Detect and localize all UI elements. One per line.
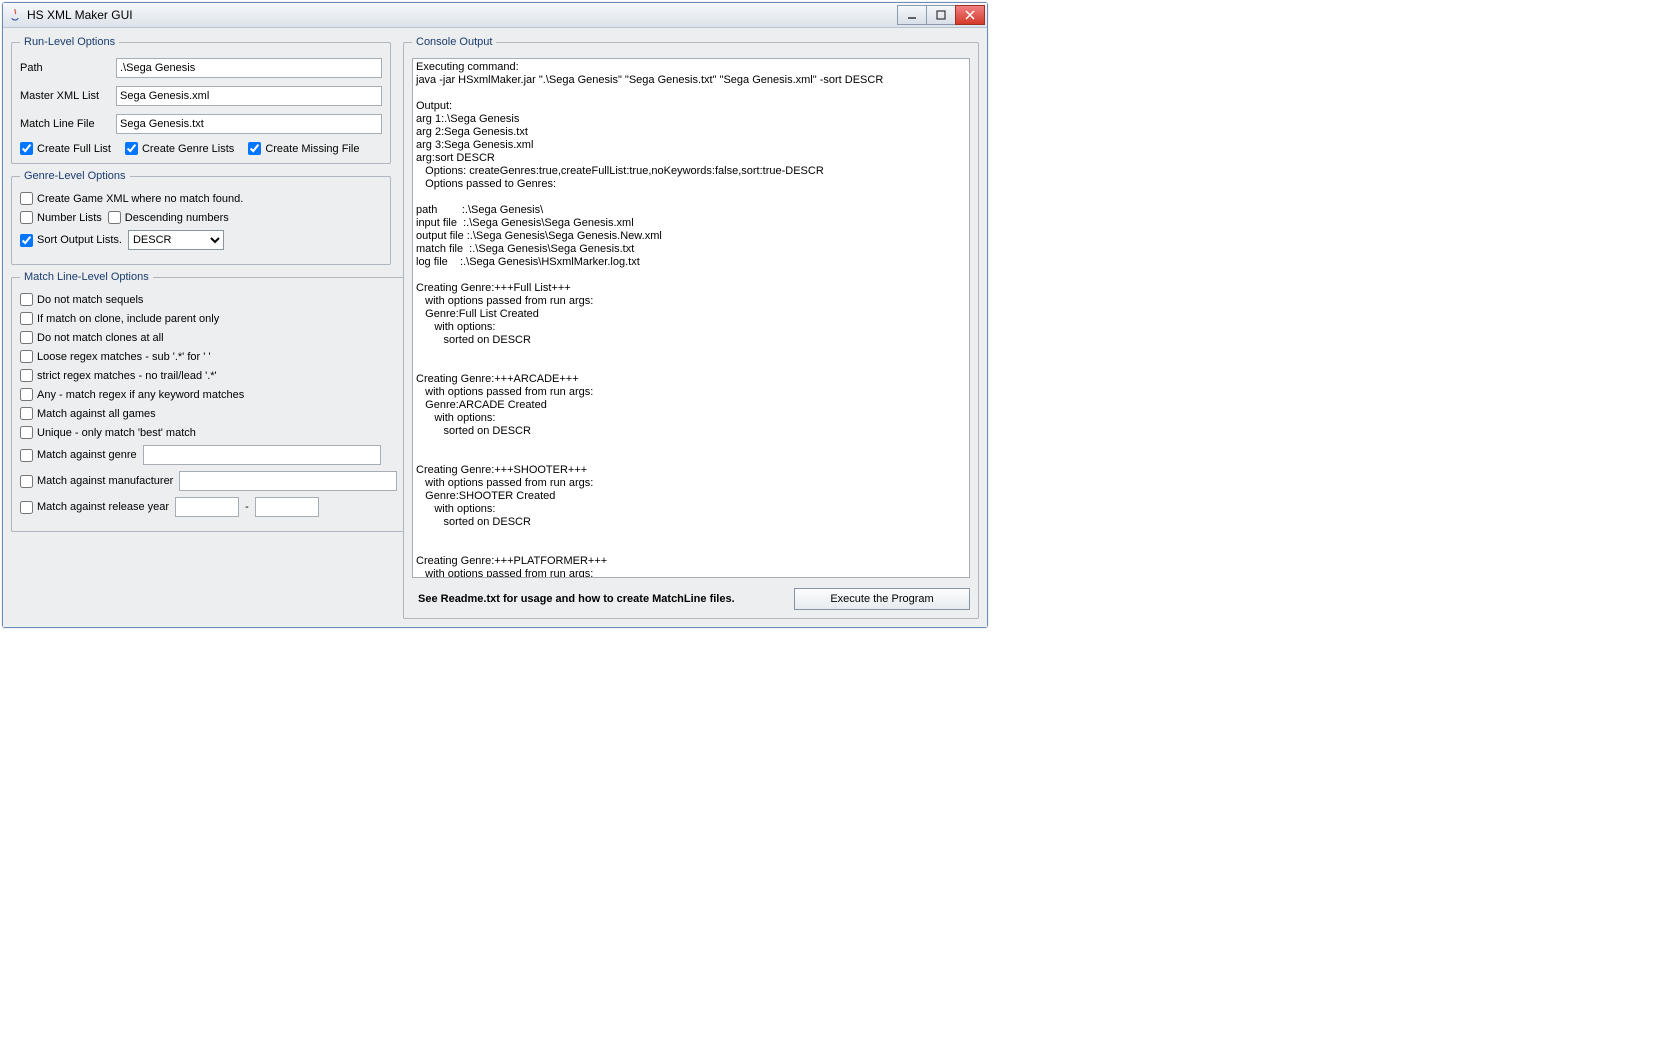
match-line-file-input[interactable] — [116, 114, 382, 134]
master-xml-label: Master XML List — [20, 90, 116, 102]
strict-regex-label: strict regex matches - no trail/lead '.*… — [37, 370, 217, 382]
any-keyword-checkbox[interactable] — [20, 388, 33, 401]
against-year-check[interactable]: Match against release year — [20, 501, 169, 514]
year-to-input[interactable] — [255, 497, 319, 517]
sort-output-checkbox[interactable] — [20, 234, 33, 247]
create-missing-file-label: Create Missing File — [265, 143, 359, 155]
sort-output-select[interactable]: DESCR — [128, 230, 224, 250]
create-game-xml-checkbox[interactable] — [20, 192, 33, 205]
execute-button[interactable]: Execute the Program — [794, 588, 970, 610]
app-window: HS XML Maker GUI Run-Level Options Path … — [2, 2, 988, 628]
path-label: Path — [20, 62, 116, 74]
path-input[interactable] — [116, 58, 382, 78]
all-games-check[interactable]: Match against all games — [20, 407, 156, 420]
window-title: HS XML Maker GUI — [27, 8, 898, 22]
console-output-legend: Console Output — [412, 36, 496, 48]
master-xml-input[interactable] — [116, 86, 382, 106]
descending-numbers-checkbox[interactable] — [108, 211, 121, 224]
console-output-textarea[interactable] — [412, 58, 970, 578]
against-genre-check[interactable]: Match against genre — [20, 449, 137, 462]
right-column: Console Output See Readme.txt for usage … — [403, 36, 979, 619]
window-buttons — [898, 5, 985, 25]
against-year-checkbox[interactable] — [20, 501, 33, 514]
create-full-list-check[interactable]: Create Full List — [20, 142, 111, 155]
clone-parent-check[interactable]: If match on clone, include parent only — [20, 312, 219, 325]
no-sequels-check[interactable]: Do not match sequels — [20, 293, 143, 306]
close-button[interactable] — [955, 5, 985, 25]
against-manu-input[interactable] — [179, 471, 397, 491]
create-full-list-checkbox[interactable] — [20, 142, 33, 155]
all-games-label: Match against all games — [37, 408, 156, 420]
clone-parent-checkbox[interactable] — [20, 312, 33, 325]
readme-hint: See Readme.txt for usage and how to crea… — [412, 593, 782, 605]
number-lists-label: Number Lists — [37, 212, 102, 224]
create-game-xml-check[interactable]: Create Game XML where no match found. — [20, 192, 243, 205]
genre-level-legend: Genre-Level Options — [20, 170, 130, 182]
match-line-level-legend: Match Line-Level Options — [20, 271, 153, 283]
create-game-xml-label: Create Game XML where no match found. — [37, 193, 243, 205]
unique-best-check[interactable]: Unique - only match 'best' match — [20, 426, 196, 439]
number-lists-check[interactable]: Number Lists — [20, 211, 102, 224]
number-lists-checkbox[interactable] — [20, 211, 33, 224]
all-games-checkbox[interactable] — [20, 407, 33, 420]
titlebar: HS XML Maker GUI — [3, 3, 987, 28]
against-genre-label: Match against genre — [37, 449, 137, 461]
strict-regex-check[interactable]: strict regex matches - no trail/lead '.*… — [20, 369, 217, 382]
java-icon — [7, 7, 23, 23]
client-area: Run-Level Options Path Master XML List M… — [3, 28, 987, 627]
no-sequels-checkbox[interactable] — [20, 293, 33, 306]
against-manu-label: Match against manufacturer — [37, 475, 173, 487]
against-manu-check[interactable]: Match against manufacturer — [20, 475, 173, 488]
create-genre-lists-check[interactable]: Create Genre Lists — [125, 142, 234, 155]
match-line-level-group: Match Line-Level Options Do not match se… — [11, 271, 406, 532]
genre-level-group: Genre-Level Options Create Game XML wher… — [11, 170, 391, 265]
against-genre-checkbox[interactable] — [20, 449, 33, 462]
create-full-list-label: Create Full List — [37, 143, 111, 155]
loose-regex-checkbox[interactable] — [20, 350, 33, 363]
run-level-legend: Run-Level Options — [20, 36, 119, 48]
year-from-input[interactable] — [175, 497, 239, 517]
create-genre-lists-label: Create Genre Lists — [142, 143, 234, 155]
no-clones-check[interactable]: Do not match clones at all — [20, 331, 164, 344]
no-clones-label: Do not match clones at all — [37, 332, 164, 344]
maximize-button[interactable] — [926, 5, 956, 25]
unique-best-label: Unique - only match 'best' match — [37, 427, 196, 439]
against-year-label: Match against release year — [37, 501, 169, 513]
loose-regex-check[interactable]: Loose regex matches - sub '.*' for ' ' — [20, 350, 210, 363]
clone-parent-label: If match on clone, include parent only — [37, 313, 219, 325]
any-keyword-check[interactable]: Any - match regex if any keyword matches — [20, 388, 244, 401]
strict-regex-checkbox[interactable] — [20, 369, 33, 382]
create-missing-file-checkbox[interactable] — [248, 142, 261, 155]
create-missing-file-check[interactable]: Create Missing File — [248, 142, 359, 155]
against-manu-checkbox[interactable] — [20, 475, 33, 488]
any-keyword-label: Any - match regex if any keyword matches — [37, 389, 244, 401]
run-level-group: Run-Level Options Path Master XML List M… — [11, 36, 391, 164]
create-genre-lists-checkbox[interactable] — [125, 142, 138, 155]
descending-numbers-check[interactable]: Descending numbers — [108, 211, 229, 224]
match-line-file-label: Match Line File — [20, 118, 116, 130]
sort-output-check[interactable]: Sort Output Lists. — [20, 234, 122, 247]
console-output-group: Console Output See Readme.txt for usage … — [403, 36, 979, 619]
descending-numbers-label: Descending numbers — [125, 212, 229, 224]
against-genre-input[interactable] — [143, 445, 381, 465]
no-sequels-label: Do not match sequels — [37, 294, 143, 306]
unique-best-checkbox[interactable] — [20, 426, 33, 439]
minimize-button[interactable] — [897, 5, 927, 25]
year-separator: - — [245, 501, 249, 513]
no-clones-checkbox[interactable] — [20, 331, 33, 344]
loose-regex-label: Loose regex matches - sub '.*' for ' ' — [37, 351, 210, 363]
left-column: Run-Level Options Path Master XML List M… — [11, 36, 391, 619]
sort-output-label: Sort Output Lists. — [37, 234, 122, 246]
